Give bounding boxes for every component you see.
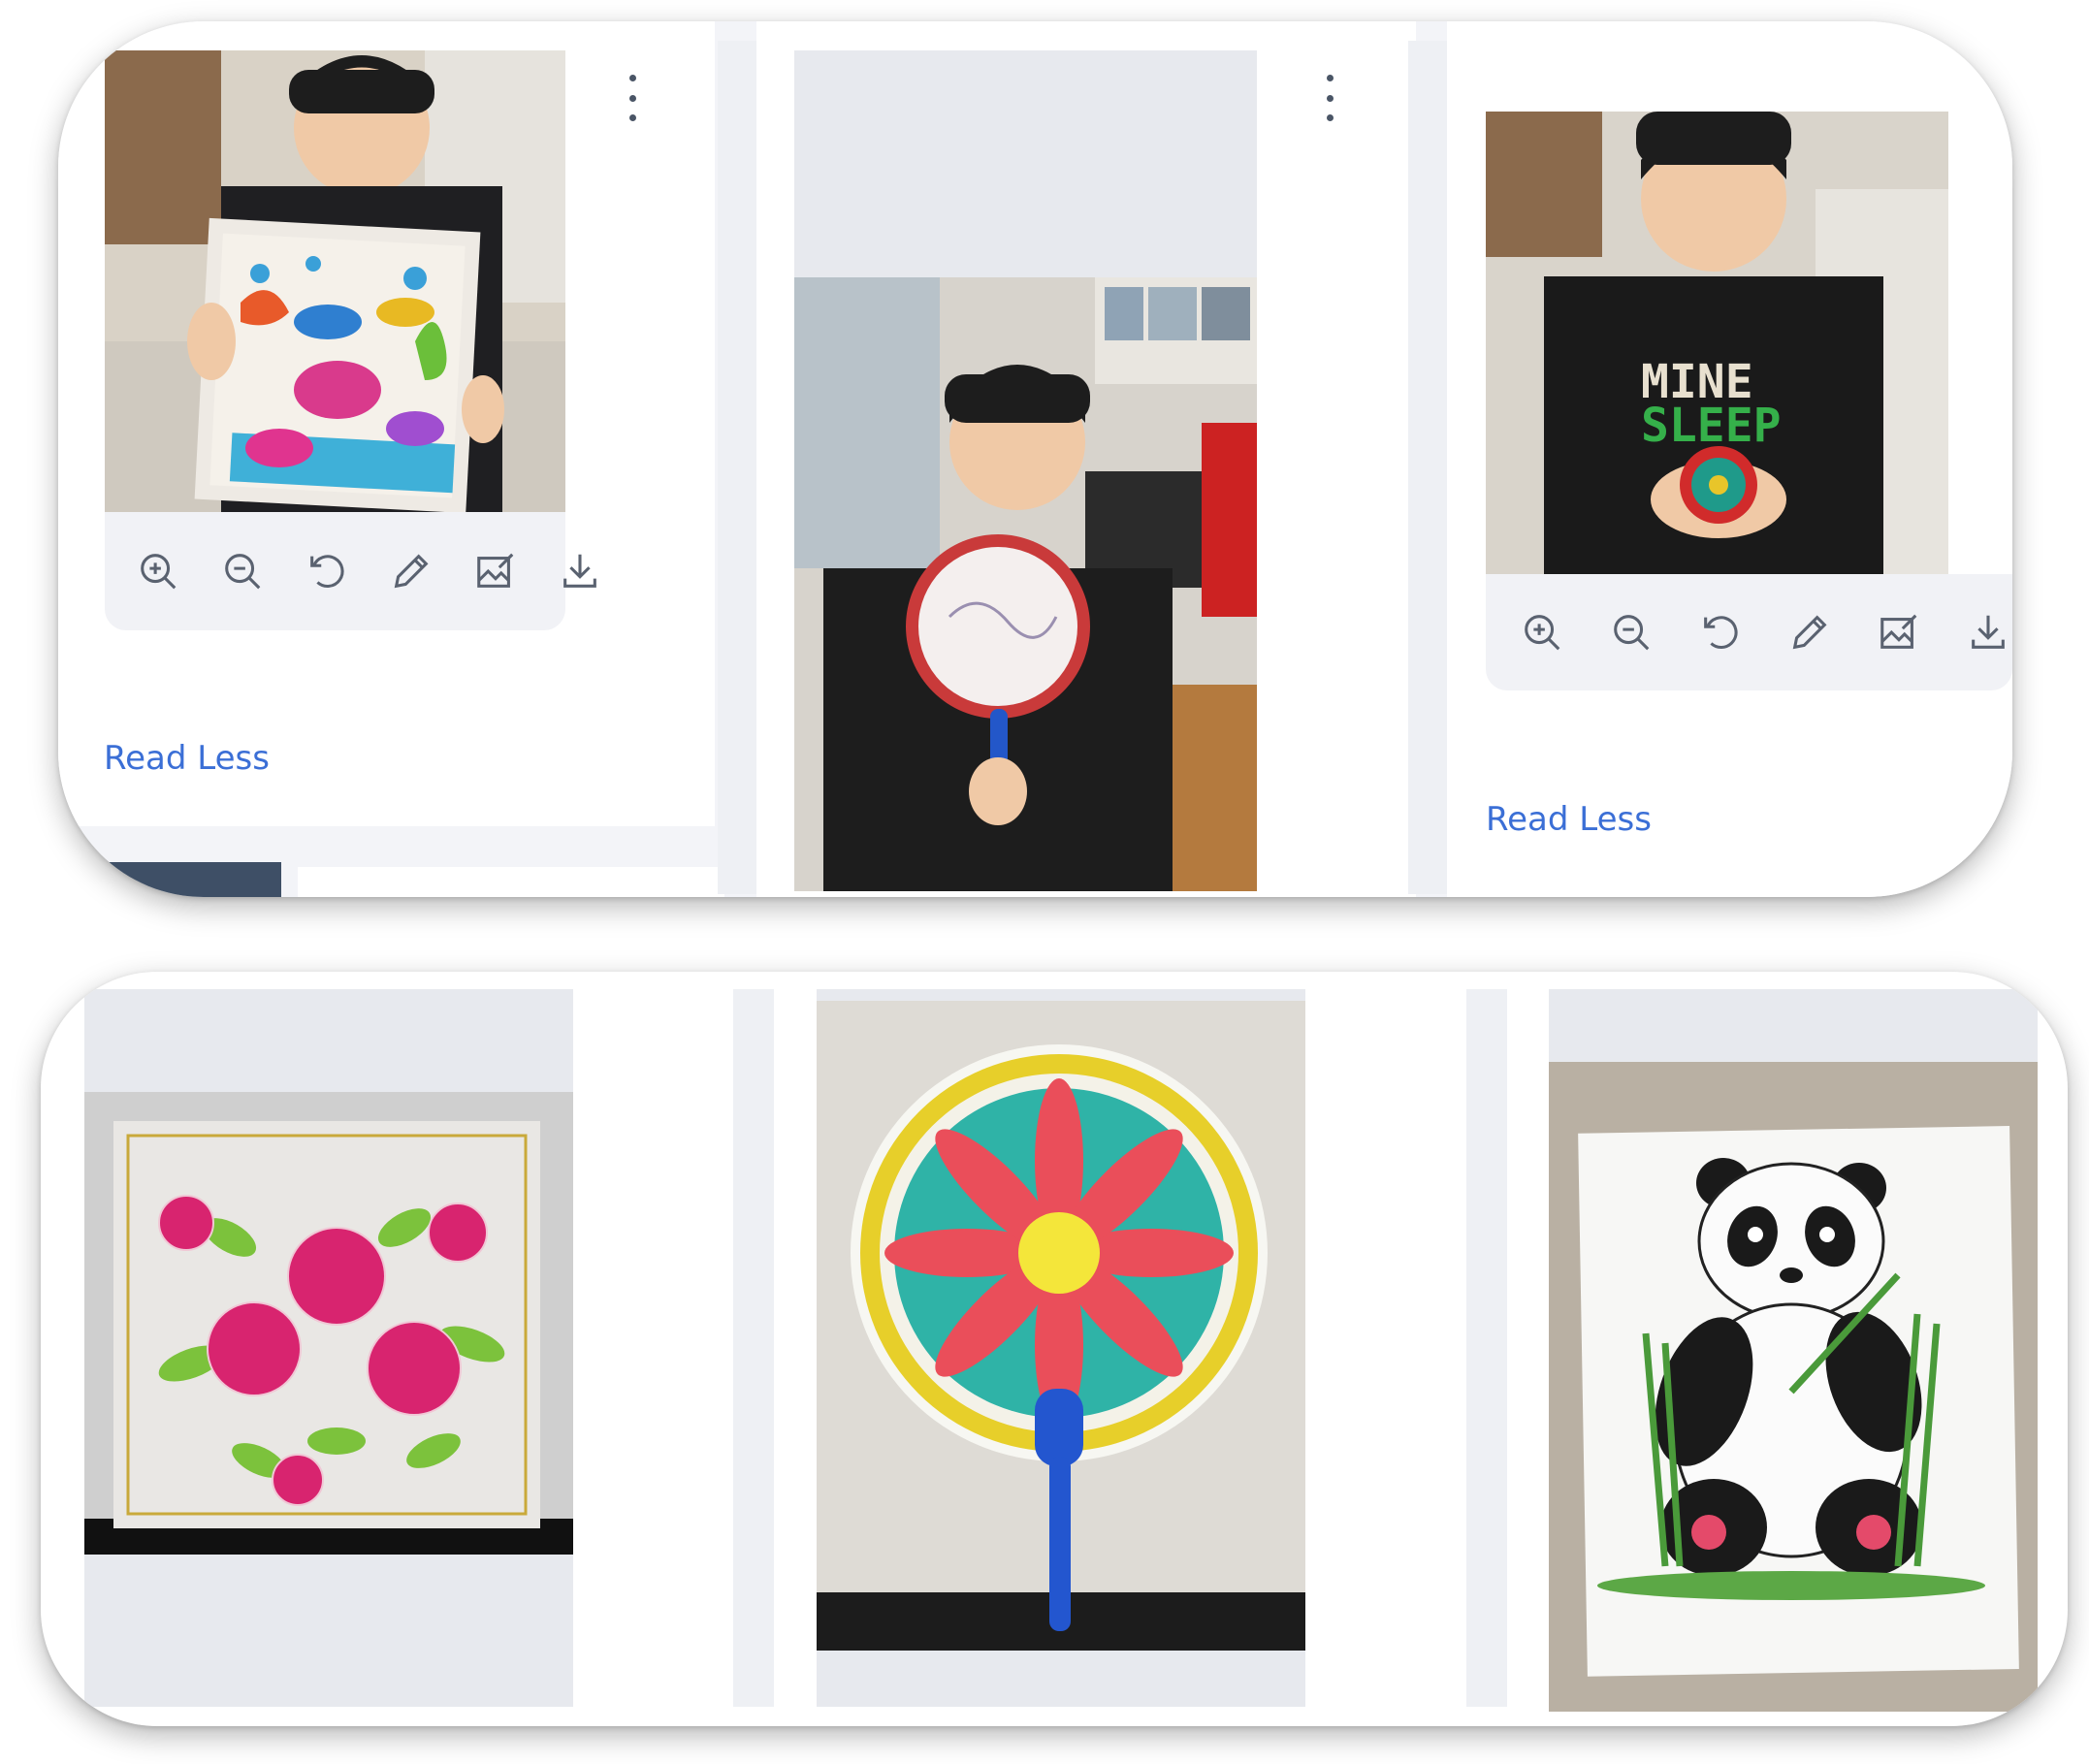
card-2-image-padding bbox=[794, 50, 1257, 277]
zoom-out-icon[interactable] bbox=[220, 544, 265, 598]
gallery-card-2 bbox=[756, 21, 1416, 897]
zoom-out-icon[interactable] bbox=[1606, 605, 1655, 659]
card-1-kebab-menu-icon[interactable] bbox=[623, 75, 642, 121]
fan-artwork-photo[interactable] bbox=[817, 1001, 1305, 1651]
rotate-left-icon[interactable] bbox=[305, 544, 349, 598]
partial-next-card bbox=[298, 867, 724, 897]
card-1-image-toolbar bbox=[105, 512, 596, 630]
panda-drawing-image bbox=[1549, 1062, 2038, 1712]
pencil-edit-icon[interactable] bbox=[1784, 605, 1834, 659]
zoom-in-icon[interactable] bbox=[136, 544, 180, 598]
flower-fan-artwork-image bbox=[817, 1001, 1305, 1651]
column-divider bbox=[1466, 989, 1507, 1707]
image-edit-icon[interactable] bbox=[473, 544, 518, 598]
gallery-card-1: Read Less bbox=[58, 21, 715, 826]
card-2-photo[interactable] bbox=[794, 277, 1257, 891]
bottom-screenshot-panel bbox=[41, 972, 2068, 1726]
partial-next-card-image bbox=[58, 862, 281, 897]
rotate-left-icon[interactable] bbox=[1695, 605, 1745, 659]
gallery-card-3: MINE SLEEP Read Less bbox=[1447, 21, 2012, 897]
column-divider bbox=[1408, 41, 1447, 894]
card-3-image-toolbar bbox=[1486, 574, 2012, 690]
boy-with-dragon-fan-image bbox=[794, 277, 1257, 891]
card-2-kebab-menu-icon[interactable] bbox=[1320, 75, 1339, 121]
card-1-read-less-link[interactable]: Read Less bbox=[104, 739, 270, 778]
card-3-read-less-link[interactable]: Read Less bbox=[1486, 800, 1652, 839]
image-edit-icon[interactable] bbox=[1874, 605, 1923, 659]
column-divider bbox=[733, 989, 774, 1707]
card-3-photo[interactable]: MINE SLEEP bbox=[1486, 112, 1948, 574]
boy-with-clay-flower-image: MINE SLEEP bbox=[1486, 112, 1948, 574]
card-1-photo[interactable] bbox=[105, 50, 565, 512]
zoom-in-icon[interactable] bbox=[1517, 605, 1566, 659]
roses-artwork-photo[interactable] bbox=[84, 1092, 573, 1555]
panda-artwork-photo[interactable] bbox=[1549, 1062, 2038, 1712]
roses-artwork-image bbox=[84, 1092, 573, 1555]
svg-text:SLEEP: SLEEP bbox=[1641, 399, 1782, 453]
download-icon[interactable] bbox=[1963, 605, 2012, 659]
pencil-edit-icon[interactable] bbox=[389, 544, 434, 598]
top-screenshot-panel: Read Less MINE SLEEP Read Less bbox=[58, 21, 2012, 897]
boy-with-sea-painting-image bbox=[105, 50, 565, 512]
download-icon[interactable] bbox=[558, 544, 602, 598]
column-divider bbox=[718, 41, 756, 894]
